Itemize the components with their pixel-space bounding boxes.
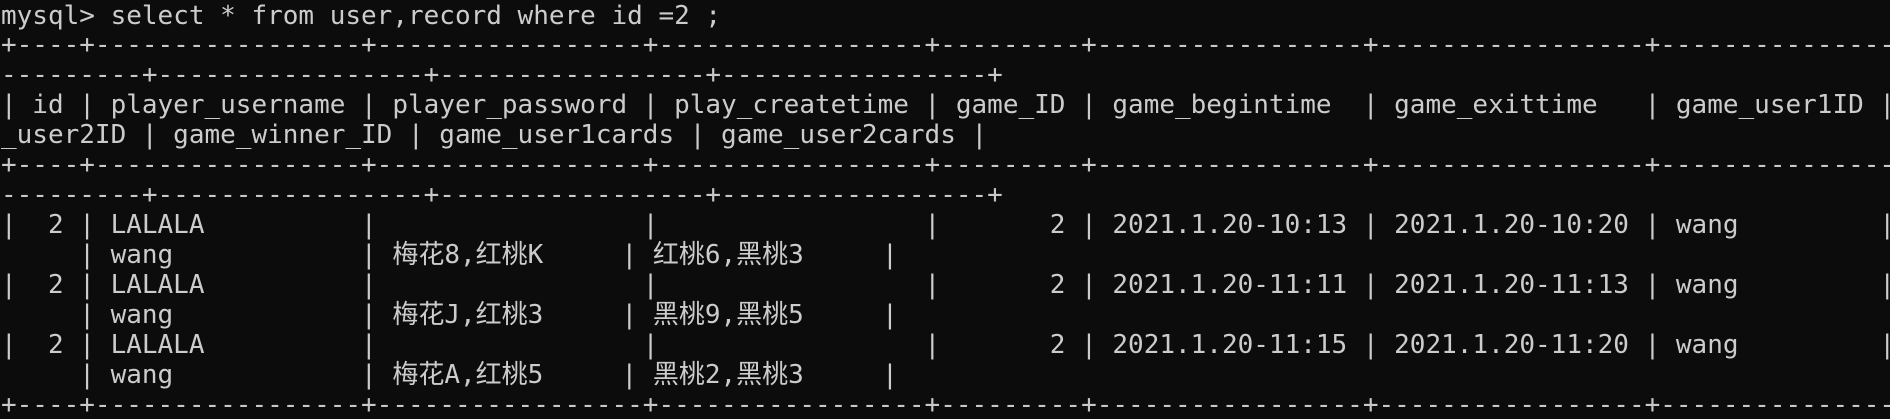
- terminal-window[interactable]: mysql> select * from user,record where i…: [0, 0, 1890, 419]
- table-border-top-wrap: ---------+-----------------+------------…: [1, 60, 1003, 90]
- table-header-wrap: _user2ID | game_winner_ID | game_user1ca…: [1, 120, 988, 150]
- command-line[interactable]: mysql> select * from user,record where i…: [0, 0, 1890, 30]
- table-border-mid: +----+-----------------+----------------…: [1, 150, 1890, 180]
- table-row: | 2 | LALALA | | | 2 | 2021.1.20-10:13 |…: [1, 210, 1890, 240]
- mysql-prompt: mysql>: [1, 1, 95, 30]
- table-border-top: +----+-----------------+----------------…: [1, 30, 1890, 60]
- table-row-wrap: | wang | 梅花A,红桃5 | 黑桃2,黑桃3 |: [1, 360, 898, 390]
- table-border-bottom: +----+-----------------+----------------…: [1, 390, 1890, 419]
- table-border-mid-wrap: ---------+-----------------+------------…: [1, 180, 1003, 210]
- table-row-wrap: | wang | 梅花J,红桃3 | 黑桃9,黑桃5 |: [1, 300, 898, 330]
- table-row-wrap: | wang | 梅花8,红桃K | 红桃6,黑桃3 |: [1, 240, 898, 270]
- table-row: | 2 | LALALA | | | 2 | 2021.1.20-11:11 |…: [1, 270, 1890, 300]
- table-header: | id | player_username | player_password…: [1, 90, 1890, 120]
- sql-command: select * from user,record where id =2 ;: [94, 1, 722, 30]
- table-row: | 2 | LALALA | | | 2 | 2021.1.20-11:15 |…: [1, 330, 1890, 360]
